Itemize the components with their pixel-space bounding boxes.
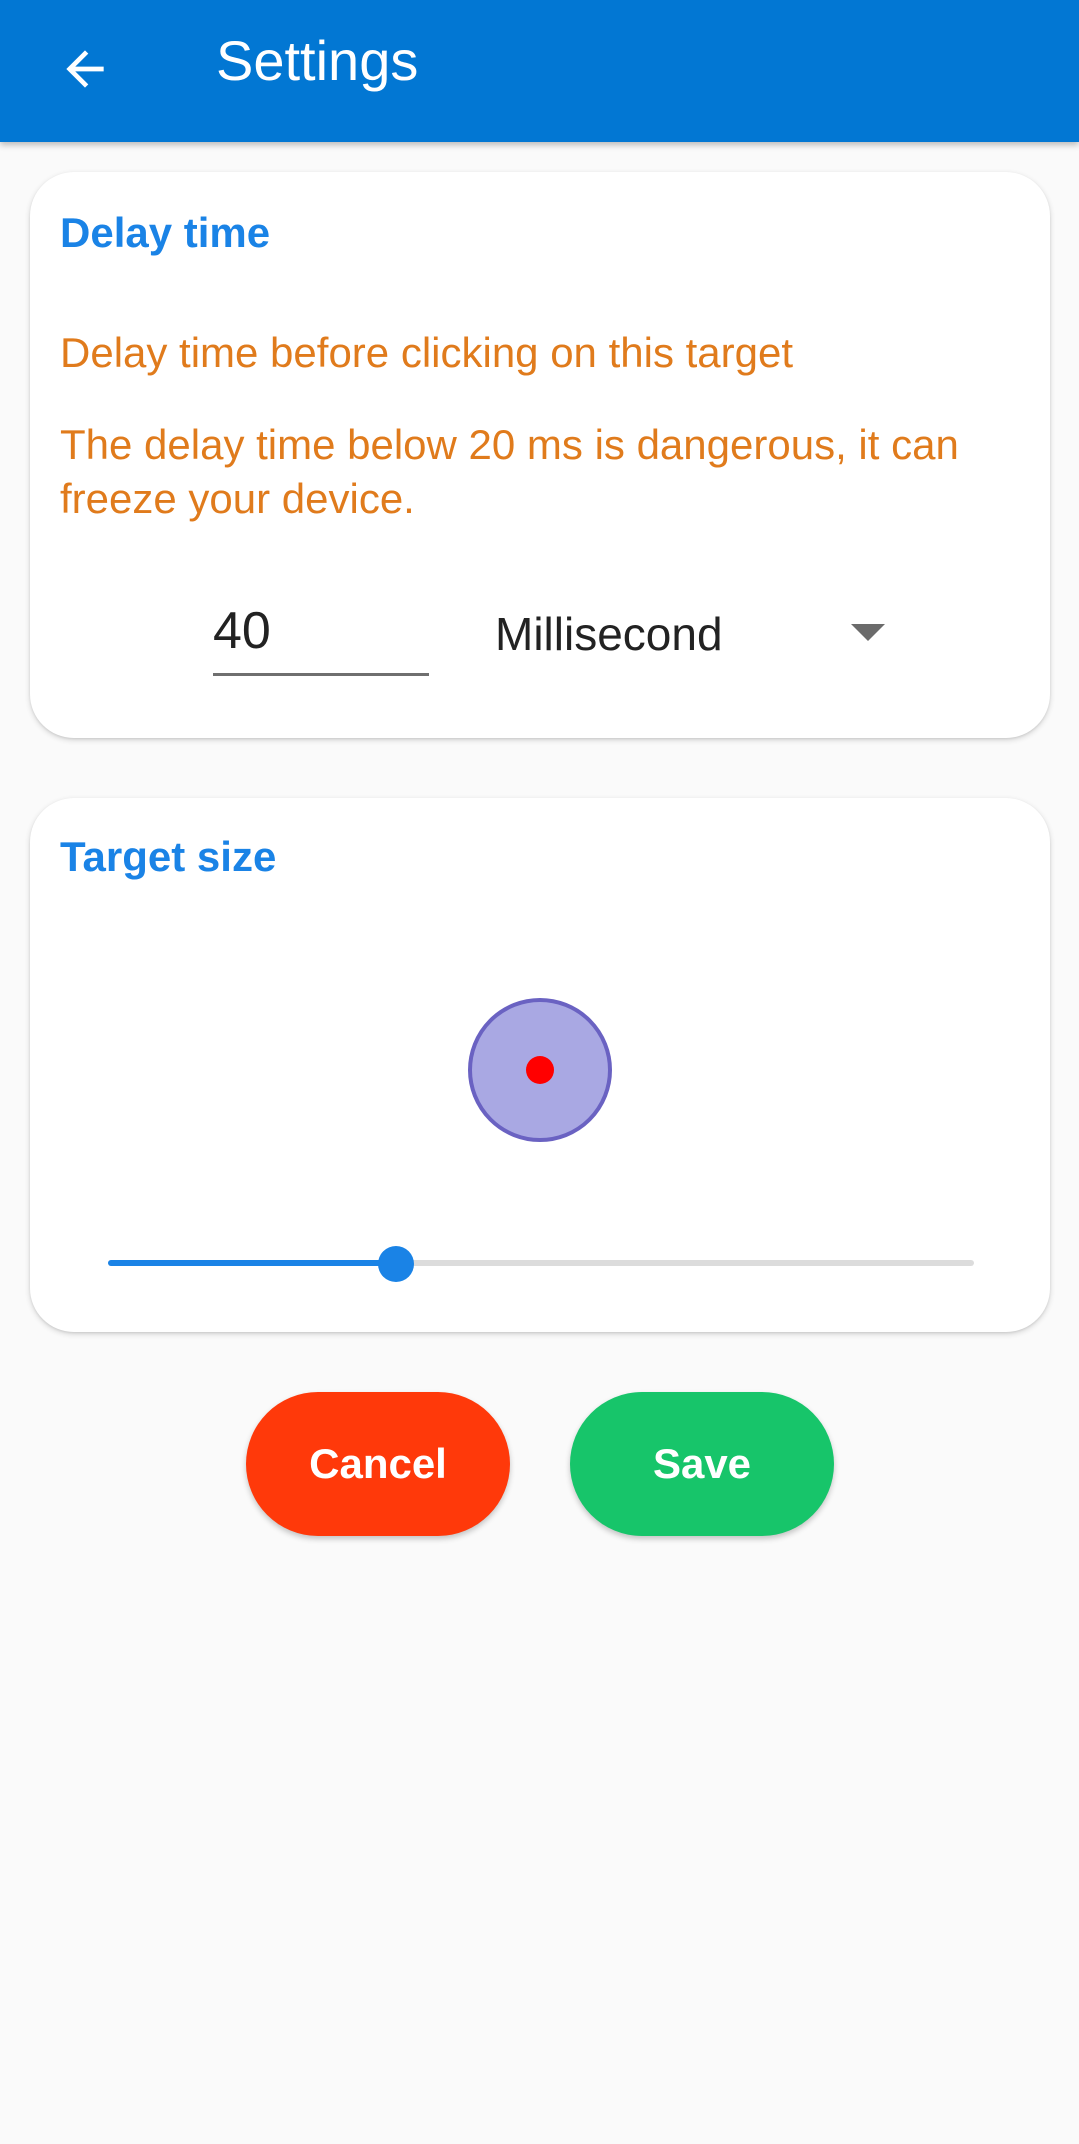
target-preview-icon [468,998,612,1142]
app-bar: Settings [0,0,1079,142]
slider-fill [108,1260,397,1266]
slider-thumb[interactable] [378,1246,415,1282]
arrow-left-icon [66,50,104,88]
unit-dropdown[interactable]: Millisecond [495,592,895,676]
delay-description: Delay time before clicking on this targe… [60,329,794,376]
unit-selected-label: Millisecond [495,608,723,660]
page-title: Settings [216,29,419,92]
target-size-card: Target size [30,798,1050,1332]
back-button[interactable] [40,24,130,114]
cancel-button[interactable]: Cancel [246,1392,510,1536]
target-size-title: Target size [60,833,277,880]
delay-input[interactable] [213,592,429,676]
delay-warning: The delay time below 20 ms is dangerous,… [60,421,959,522]
target-size-slider[interactable] [108,1238,974,1288]
target-center-dot [526,1056,554,1084]
delay-time-title: Delay time [60,209,271,256]
delay-time-card: Delay time Delay time before clicking on… [30,172,1050,738]
save-button[interactable]: Save [570,1392,834,1536]
dropdown-arrow-icon [851,624,885,641]
